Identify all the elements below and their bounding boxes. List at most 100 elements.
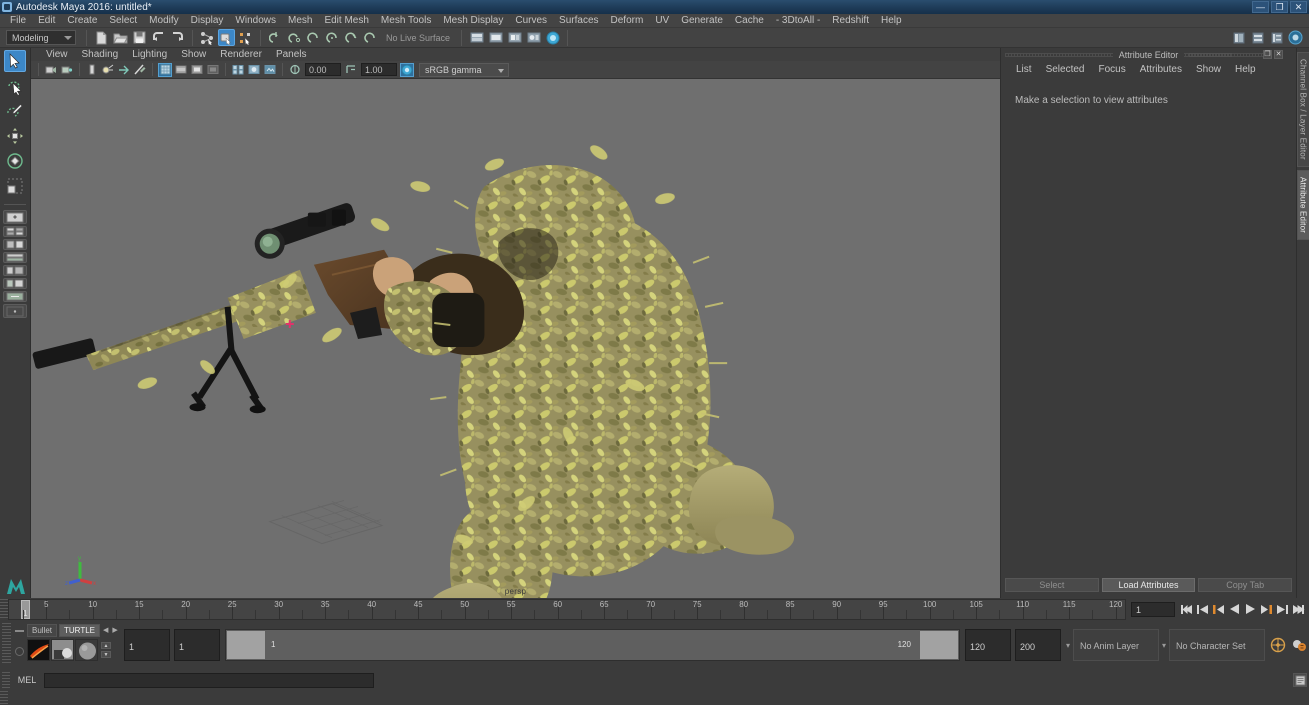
lasso-select-tool[interactable] <box>4 75 26 97</box>
persp-graph-layout[interactable] <box>3 304 27 318</box>
shelf-scroll-up-icon[interactable]: ▲ <box>101 642 111 649</box>
grid-icon[interactable] <box>158 62 172 77</box>
undo-icon[interactable] <box>150 29 167 46</box>
snap-to-point-icon[interactable] <box>305 29 322 46</box>
menu-windows[interactable]: Windows <box>229 14 282 28</box>
two-panes-side-layout[interactable] <box>3 239 27 250</box>
render-current-frame-icon[interactable] <box>468 29 485 46</box>
auto-keyframe-icon[interactable] <box>1269 637 1286 654</box>
redo-icon[interactable] <box>169 29 186 46</box>
tab-attribute-editor[interactable]: Attribute Editor <box>1296 169 1309 240</box>
render-settings-icon[interactable] <box>506 29 523 46</box>
go-to-end-icon[interactable] <box>1292 603 1305 616</box>
shelf-menu-icon[interactable] <box>14 630 24 633</box>
make-live-icon[interactable] <box>362 29 379 46</box>
copy-tab-button[interactable]: Copy Tab <box>1198 578 1293 592</box>
viewport-menu-view[interactable]: View <box>39 48 75 61</box>
step-back-frame-icon[interactable] <box>1212 603 1225 616</box>
ae-menu-list[interactable]: List <box>1009 63 1039 77</box>
save-scene-icon[interactable] <box>131 29 148 46</box>
rotate-tool[interactable] <box>4 150 26 172</box>
gate-mask-icon[interactable] <box>206 63 220 77</box>
snap-to-projected-center-icon[interactable] <box>324 29 341 46</box>
two-panes-stacked-layout[interactable] <box>3 252 27 263</box>
animation-preferences-icon[interactable] <box>1290 637 1307 654</box>
ae-menu-show[interactable]: Show <box>1189 63 1228 77</box>
viewport-menu-renderer[interactable]: Renderer <box>213 48 269 61</box>
menu-generate[interactable]: Generate <box>675 14 729 28</box>
menu-mesh-tools[interactable]: Mesh Tools <box>375 14 437 28</box>
two-sided-lighting-icon[interactable] <box>60 63 74 77</box>
menu-file[interactable]: File <box>4 14 32 28</box>
3d-viewport[interactable]: x y z persp <box>31 79 1000 598</box>
gamma-field[interactable]: 1.00 <box>361 63 397 76</box>
ae-menu-attributes[interactable]: Attributes <box>1133 63 1189 77</box>
camera-attributes-icon[interactable] <box>44 63 58 77</box>
maximize-button[interactable]: ❐ <box>1271 1 1288 13</box>
menu-create[interactable]: Create <box>61 14 103 28</box>
menu-uv[interactable]: UV <box>649 14 675 28</box>
paint-select-tool[interactable] <box>4 100 26 122</box>
play-backwards-icon[interactable] <box>1228 603 1241 616</box>
menu-deform[interactable]: Deform <box>605 14 650 28</box>
turtle-bake-icon[interactable] <box>27 639 50 661</box>
playback-start-time-field[interactable]: 1 <box>174 629 220 661</box>
smooth-shade-icon[interactable] <box>247 63 261 77</box>
light-icon[interactable] <box>101 63 115 77</box>
show-hide-tool-settings-icon[interactable] <box>1287 29 1304 46</box>
menu-display[interactable]: Display <box>185 14 230 28</box>
anim-end-time-field[interactable]: 200 <box>1014 629 1061 661</box>
shelf-prev-icon[interactable]: ◀ <box>102 626 109 634</box>
snap-to-grid-icon[interactable] <box>267 29 284 46</box>
panel-grip[interactable] <box>2 672 10 688</box>
menu-help[interactable]: Help <box>875 14 908 28</box>
menu-select[interactable]: Select <box>103 14 143 28</box>
tab-channel-box-layer-editor[interactable]: Channel Box / Layer Editor <box>1296 52 1309 167</box>
panel-grip[interactable] <box>0 691 8 704</box>
playback-end-time-field[interactable]: 120 <box>964 629 1011 661</box>
shelf-tab-bullet[interactable]: Bullet <box>27 623 58 637</box>
menu-3dtoall[interactable]: - 3DtoAll - <box>770 14 826 28</box>
color-management-icon[interactable] <box>400 62 414 77</box>
close-button[interactable]: ✕ <box>1290 1 1307 13</box>
ipr-render-icon[interactable] <box>487 29 504 46</box>
character-set-menu-icon[interactable]: ▾ <box>1159 641 1169 650</box>
ae-menu-help[interactable]: Help <box>1228 63 1263 77</box>
xray-icon[interactable] <box>133 63 147 77</box>
shelf-next-icon[interactable]: ▶ <box>111 626 118 634</box>
exposure-icon[interactable] <box>288 63 302 77</box>
film-gate-icon[interactable] <box>174 63 188 77</box>
resolution-gate-icon[interactable] <box>190 63 204 77</box>
snap-to-curve-icon[interactable] <box>286 29 303 46</box>
render-view-icon[interactable] <box>544 29 561 46</box>
shelf-scroll-down-icon[interactable]: ▼ <box>101 651 111 658</box>
menu-edit[interactable]: Edit <box>32 14 61 28</box>
character-set-selector[interactable]: No Character Set <box>1169 629 1265 661</box>
viewport-menu-lighting[interactable]: Lighting <box>125 48 174 61</box>
minimize-button[interactable]: — <box>1252 1 1269 13</box>
move-tool[interactable] <box>4 125 26 147</box>
command-input[interactable] <box>44 672 374 688</box>
menu-set-selector[interactable]: Modeling <box>6 30 76 45</box>
menu-edit-mesh[interactable]: Edit Mesh <box>318 14 374 28</box>
select-by-hierarchy-icon[interactable] <box>199 29 216 46</box>
range-slider[interactable]: 1 120 <box>225 629 960 661</box>
select-tool[interactable] <box>4 50 26 72</box>
menu-surfaces[interactable]: Surfaces <box>553 14 604 28</box>
outliner-persp-layout[interactable] <box>3 278 27 289</box>
shelf-tab-turtle[interactable]: TURTLE <box>59 623 100 637</box>
exposure-field[interactable]: 0.00 <box>305 63 341 76</box>
load-attributes-button[interactable]: Load Attributes <box>1101 578 1196 592</box>
panel-grip[interactable] <box>2 623 11 663</box>
undock-button[interactable]: ❐ <box>1263 50 1272 59</box>
hypershade-persp-layout[interactable] <box>3 291 27 302</box>
ae-menu-focus[interactable]: Focus <box>1091 63 1132 77</box>
ae-menu-selected[interactable]: Selected <box>1039 63 1092 77</box>
menu-cache[interactable]: Cache <box>729 14 770 28</box>
menu-modify[interactable]: Modify <box>143 14 184 28</box>
panel-grip[interactable] <box>0 599 8 619</box>
four-view-layout[interactable] <box>3 226 27 237</box>
range-end-handle[interactable] <box>919 631 958 659</box>
viewport-menu-show[interactable]: Show <box>174 48 213 61</box>
viewport-menu-panels[interactable]: Panels <box>269 48 314 61</box>
